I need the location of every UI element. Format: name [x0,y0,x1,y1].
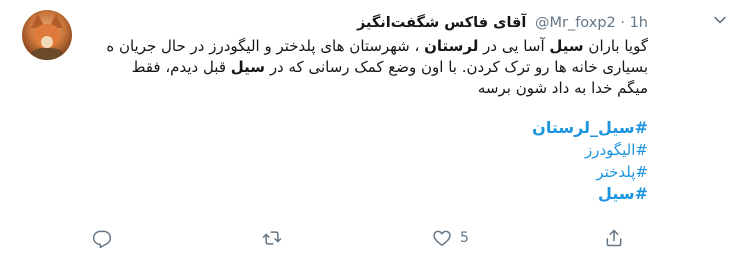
text-segment: میگم خدا به داد شون برسه [477,79,648,97]
bold-keyword: لرستان [424,37,479,55]
reply-icon [92,230,112,248]
action-bar: 5 [0,226,748,252]
hashtag-link[interactable]: #سیل [12,183,648,205]
share-button[interactable] [604,226,632,250]
tweet-text: گویا باران سیل آسا یی در لرستان ، شهرستا… [12,36,648,99]
tweet[interactable]: آقای فاکس شگفت‌انگیز @Mr_foxp2 · 1h گویا… [0,0,748,261]
text-segment: بسیاری خانه ها رو ترک کردن. با اون وضع ک… [265,58,648,76]
chevron-down-icon[interactable] [712,12,728,28]
hashtag-link[interactable]: #پلدختر [12,161,648,183]
like-button[interactable]: 5 [432,226,469,250]
like-count: 5 [460,230,469,246]
tweet-text-line: بسیاری خانه ها رو ترک کردن. با اون وضع ک… [12,57,648,78]
tweet-header: آقای فاکس شگفت‌انگیز @Mr_foxp2 · 1h [357,13,648,33]
separator-dot: · [620,15,625,31]
retweet-button[interactable] [262,226,290,250]
hashtag-link[interactable]: #الیگودرز [12,139,648,161]
author-name[interactable]: آقای فاکس شگفت‌انگیز [357,15,526,31]
hashtag-link[interactable]: #سیل_لرستان [12,117,648,139]
text-segment: آسا یی در [478,37,550,55]
text-segment: قبل دیدم، فقط [131,58,231,76]
share-icon [606,229,622,247]
bold-keyword: سیل [549,37,584,55]
bold-keyword: سیل [230,58,266,76]
tweet-text-line: میگم خدا به داد شون برسه [12,78,648,99]
hashtag-list: #سیل_لرستان #الیگودرز #پلدختر #سیل [12,117,648,205]
like-icon [433,230,451,246]
retweet-icon [262,231,282,245]
author-handle[interactable]: @Mr_foxp2 [535,15,616,31]
text-segment: گویا باران [583,37,648,55]
timestamp[interactable]: 1h [630,15,648,31]
tweet-text-line: گویا باران سیل آسا یی در لرستان ، شهرستا… [12,36,648,57]
reply-button[interactable] [92,226,120,250]
text-segment: ، شهرستان های پلدختر و الیگودرز در حال ج… [106,37,425,55]
